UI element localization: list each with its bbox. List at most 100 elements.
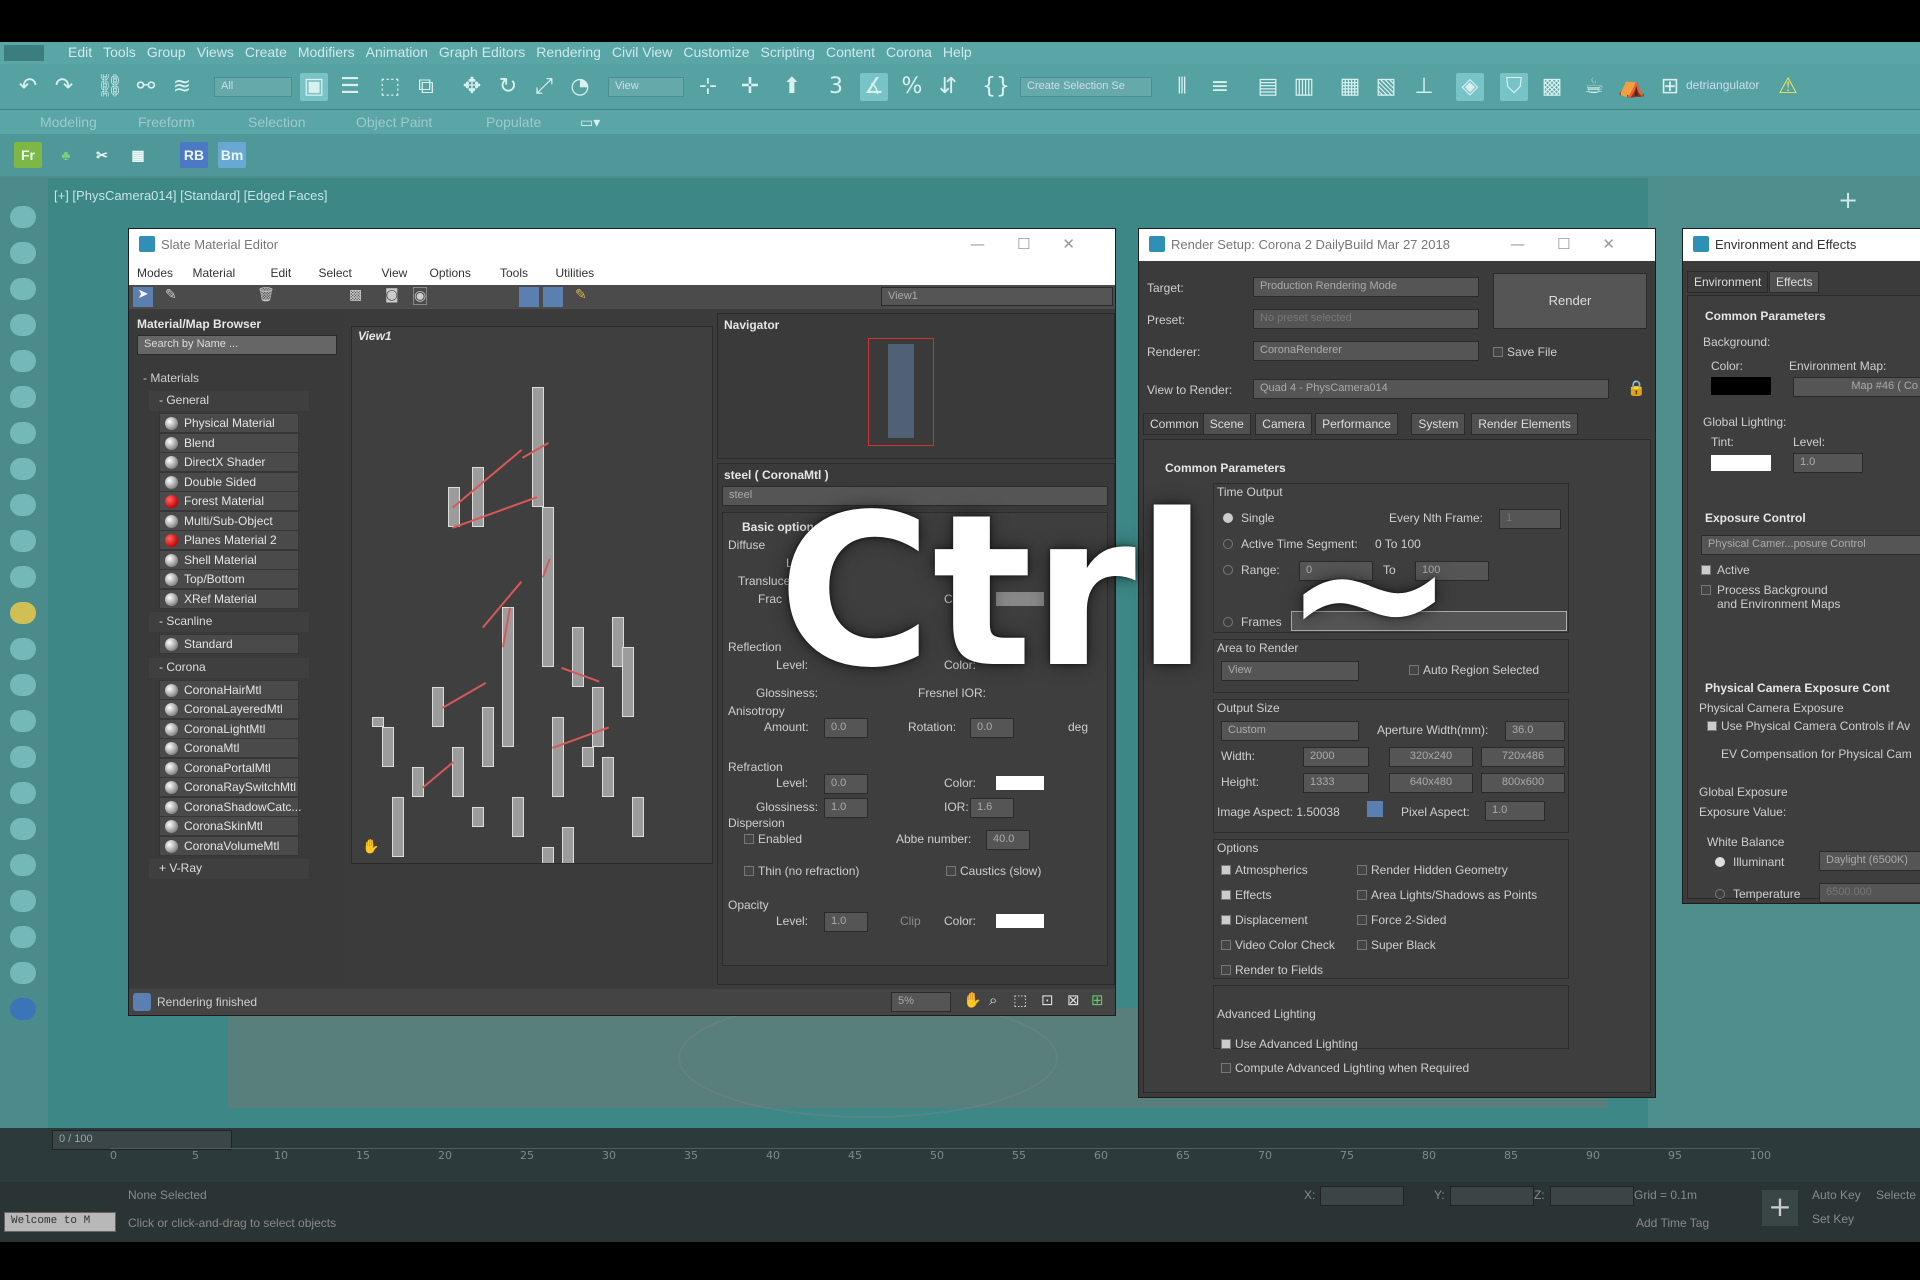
material-item[interactable]: CoronaHairMtl xyxy=(159,679,299,700)
material-node[interactable] xyxy=(482,707,494,767)
pan-hand-icon[interactable]: ✋ xyxy=(362,839,379,855)
tool-icon-15[interactable] xyxy=(10,710,36,732)
material-node[interactable] xyxy=(472,807,484,827)
viewport-maximize-icon[interactable]: + xyxy=(1838,186,1858,214)
edit-named-selection-icon[interactable]: {} xyxy=(982,73,1010,101)
curve-editor-icon[interactable]: ▧ xyxy=(1372,73,1400,101)
set-key-plus-icon[interactable]: + xyxy=(1762,1190,1798,1226)
material-node[interactable] xyxy=(562,827,574,863)
y-coord-field[interactable] xyxy=(1450,1186,1534,1206)
option-checkbox[interactable] xyxy=(1221,940,1231,950)
tool-icon-13[interactable] xyxy=(10,638,36,660)
spinner-snap-icon[interactable]: ⇵ xyxy=(934,73,962,101)
slate-menu-view[interactable]: View xyxy=(382,266,408,280)
option-checkbox[interactable] xyxy=(1357,890,1367,900)
ribbon-tab-object-paint[interactable]: Object Paint xyxy=(356,114,432,130)
ior-field[interactable]: 1.6 xyxy=(970,798,1014,818)
material-node[interactable] xyxy=(552,717,564,797)
material-node[interactable] xyxy=(602,757,614,797)
menu-content[interactable]: Content xyxy=(826,42,886,60)
menu-corona[interactable]: Corona xyxy=(886,42,943,60)
scanline-group[interactable]: - Scanline xyxy=(149,612,309,632)
preset-dropdown[interactable]: No preset selected xyxy=(1253,309,1479,329)
ribbon-options-icon[interactable]: ▭▾ xyxy=(580,114,600,131)
render-tab-system[interactable]: System xyxy=(1411,413,1466,435)
schematic-view-icon[interactable]: ⊥ xyxy=(1410,73,1438,101)
background-icon[interactable]: ▩ xyxy=(349,287,362,303)
fit-all-icon[interactable]: ⊞ xyxy=(1091,991,1104,1009)
render-production-icon[interactable]: ☕ xyxy=(1580,73,1608,101)
layout-all-icon[interactable] xyxy=(519,287,539,307)
material-id-icon[interactable]: ✎ xyxy=(575,287,587,303)
tool-icon-10[interactable] xyxy=(10,530,36,552)
material-node[interactable] xyxy=(372,717,384,727)
abbe-field[interactable]: 40.0 xyxy=(986,830,1030,850)
menu-graph-editors[interactable]: Graph Editors xyxy=(439,42,536,60)
menu-rendering[interactable]: Rendering xyxy=(536,42,612,60)
snaps-toggle-icon[interactable]: 3 xyxy=(822,73,850,101)
forest-pack-icon[interactable]: Fr xyxy=(14,142,42,168)
redo-icon[interactable]: ↷ xyxy=(50,73,78,101)
exposure-type-dropdown[interactable]: Physical Camer...posure Control xyxy=(1701,535,1920,555)
option-checkbox[interactable] xyxy=(1221,890,1231,900)
material-item[interactable]: CoronaLightMtl xyxy=(159,718,299,739)
material-item[interactable]: Physical Material xyxy=(159,413,299,433)
tint-color-swatch[interactable] xyxy=(1711,455,1771,471)
material-node[interactable] xyxy=(582,747,594,767)
slate-menu-edit[interactable]: Edit xyxy=(271,266,292,280)
tree-icon[interactable]: ♣ xyxy=(52,142,80,168)
tool-icon-21[interactable] xyxy=(10,926,36,948)
tool-icon-18[interactable] xyxy=(10,818,36,840)
material-node[interactable] xyxy=(502,607,514,747)
scene-explorer-icon[interactable]: ▤ xyxy=(1254,73,1282,101)
menu-animation[interactable]: Animation xyxy=(366,42,439,60)
refraction-glossiness-field[interactable]: 1.0 xyxy=(824,798,868,818)
pan-icon[interactable]: ✋ xyxy=(963,991,982,1009)
menu-create[interactable]: Create xyxy=(245,42,298,60)
zoom-extents-selected-icon[interactable]: ⊠ xyxy=(1067,991,1080,1009)
keyboard-shortcut-override-icon[interactable]: ⬆ xyxy=(778,73,806,101)
opacity-color-swatch[interactable] xyxy=(996,914,1044,928)
preset-320x240-button[interactable]: 320x240 xyxy=(1389,747,1473,767)
view-selector-dropdown[interactable]: View1 xyxy=(881,287,1113,306)
material-item[interactable]: Multi/Sub-Object xyxy=(159,510,299,531)
option-checkbox[interactable] xyxy=(1221,865,1231,875)
layer-explorer-icon[interactable]: ▥ xyxy=(1290,73,1318,101)
menu-group[interactable]: Group xyxy=(147,42,197,60)
bitmap-icon[interactable]: Bm xyxy=(218,142,246,168)
set-key-button[interactable]: Set Key xyxy=(1812,1212,1854,1226)
tool-icon-2[interactable] xyxy=(10,242,36,264)
pick-material-icon[interactable]: ✎ xyxy=(165,287,177,303)
material-item[interactable]: CoronaMtl xyxy=(159,738,299,758)
railclone-icon[interactable]: RB xyxy=(180,142,208,168)
width-field[interactable]: 2000 xyxy=(1303,747,1369,767)
scatter-tool-icon[interactable]: ✂ xyxy=(88,142,116,168)
material-item[interactable]: Standard xyxy=(159,634,299,654)
view-tab[interactable]: View1 xyxy=(358,329,392,343)
exposure-control-header[interactable]: Exposure Control xyxy=(1705,511,1806,525)
material-item[interactable]: CoronaShadowCatc... xyxy=(159,796,301,817)
x-coord-field[interactable] xyxy=(1320,1186,1404,1206)
pivot-center-icon[interactable]: ⊹ xyxy=(694,73,722,101)
option-checkbox[interactable] xyxy=(1221,965,1231,975)
material-node[interactable] xyxy=(542,847,554,863)
rendered-frame-window-icon[interactable]: ▩ xyxy=(1538,73,1566,101)
rectangular-selection-icon[interactable]: ⬚ xyxy=(376,73,404,101)
grid-tool-icon[interactable]: ▦ xyxy=(124,142,152,168)
physical-camera-exposure-header[interactable]: Physical Camera Exposure Cont xyxy=(1705,681,1890,695)
render-tab-performance[interactable]: Performance xyxy=(1315,413,1398,435)
compute-advanced-lighting-checkbox[interactable] xyxy=(1221,1063,1231,1073)
material-item[interactable]: DirectX Shader xyxy=(159,452,299,472)
tool-icon-7[interactable] xyxy=(10,422,36,444)
render-setup-icon[interactable]: ⛉ xyxy=(1500,73,1528,101)
z-coord-field[interactable] xyxy=(1550,1186,1634,1206)
opacity-level-field[interactable]: 1.0 xyxy=(824,912,868,932)
material-item[interactable]: Forest Material xyxy=(159,491,299,511)
material-item[interactable]: XRef Material xyxy=(159,588,299,609)
tool-icon-5[interactable] xyxy=(10,350,36,372)
material-item[interactable]: Planes Material 2 xyxy=(159,530,299,550)
mirror-icon[interactable]: ⫴ xyxy=(1168,73,1196,101)
select-by-name-icon[interactable]: ☰ xyxy=(336,73,364,101)
material-item[interactable]: CoronaPortalMtl xyxy=(159,757,299,778)
tool-icon-14[interactable] xyxy=(10,674,36,696)
